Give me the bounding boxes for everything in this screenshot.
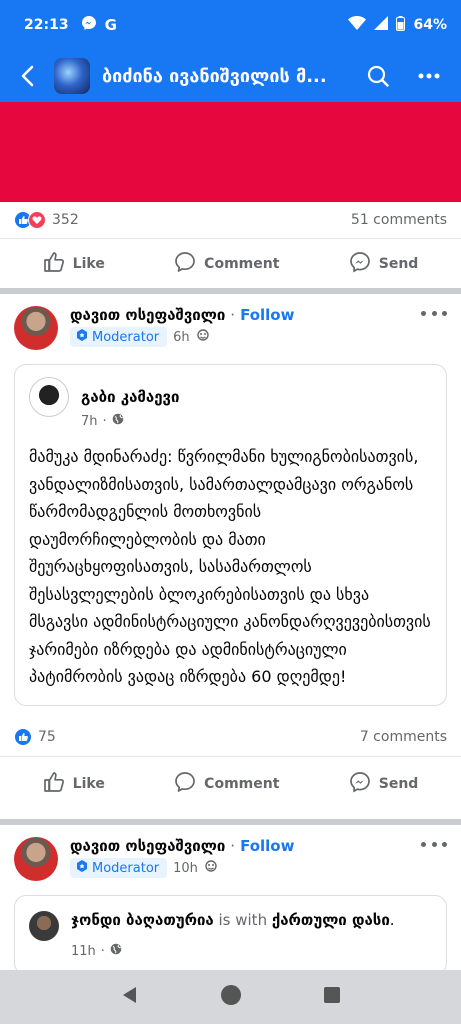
action-bar: Like Comment Send [0, 238, 461, 288]
globe-icon [110, 943, 122, 959]
reaction-count: 75 [38, 728, 56, 745]
shared-author-avatar[interactable] [29, 377, 69, 417]
thumbs-up-icon [43, 771, 65, 797]
like-label: Like [72, 776, 105, 792]
moderator-badge: Moderator [70, 858, 168, 878]
post-footer: 352 51 comments Like Comment Send [0, 202, 461, 288]
follow-button[interactable]: Follow [240, 306, 294, 324]
shared-post-time[interactable]: 11h [71, 944, 96, 959]
group-members-icon [196, 329, 210, 345]
shared-post-time[interactable]: 7h [81, 414, 98, 429]
comment-label: Comment [204, 776, 280, 792]
system-nav-bar [0, 970, 461, 1024]
comment-button[interactable]: Comment [174, 771, 279, 797]
feed-post: დავით ოსეფაშვილი · Follow Moderator 6h გ… [0, 294, 461, 819]
comment-label: Comment [204, 255, 280, 272]
shared-author-name[interactable]: გაბი კამაევი [81, 388, 179, 406]
post-time[interactable]: 6h [173, 330, 190, 345]
more-icon[interactable] [409, 59, 449, 93]
globe-icon [112, 413, 124, 429]
tagged-page-name[interactable]: ქართული დასი [272, 911, 390, 929]
period: . [389, 911, 395, 929]
status-bar: 22:13 G 64% [0, 0, 461, 50]
post-image[interactable] [0, 102, 461, 202]
comment-bubble-icon [174, 771, 196, 797]
post-time[interactable]: 10h [173, 861, 198, 876]
google-icon: G [104, 16, 117, 34]
back-arrow-icon[interactable] [12, 61, 42, 91]
reaction-count: 352 [52, 212, 79, 228]
reaction-summary[interactable]: 352 51 comments [0, 202, 461, 238]
moderator-shield-icon [76, 860, 88, 876]
feed-post: დავით ოსეფაშვილი · Follow Moderator 10h [0, 825, 461, 970]
post-options-icon[interactable] [421, 306, 447, 320]
shared-post[interactable]: ჯონდი ბაღათურია is with ქართული დასი. 11… [14, 895, 447, 970]
like-reaction-icon [14, 727, 32, 746]
separator-dot: · [100, 943, 105, 959]
thumbs-up-icon [43, 251, 65, 277]
wifi-icon [348, 16, 367, 34]
send-button[interactable]: Send [349, 251, 419, 277]
follow-button[interactable]: Follow [240, 837, 294, 855]
page-title[interactable]: ბიძინა ივანიშვილის მ... [102, 66, 332, 87]
post-header: დავით ოსეფაშვილი · Follow Moderator 6h [0, 294, 461, 350]
moderator-label: Moderator [92, 329, 160, 345]
comment-count[interactable]: 51 comments [351, 212, 447, 228]
group-members-icon [204, 860, 218, 876]
author-avatar[interactable] [14, 306, 58, 350]
search-icon[interactable] [361, 59, 395, 93]
nav-home-icon[interactable] [220, 984, 242, 1010]
love-reaction-icon [28, 211, 46, 229]
group-thumbnail[interactable] [54, 58, 90, 94]
author-avatar[interactable] [14, 837, 58, 881]
shared-author-avatar[interactable] [29, 911, 59, 941]
moderator-badge: Moderator [70, 327, 168, 347]
send-button[interactable]: Send [349, 771, 419, 797]
shared-post[interactable]: გაბი კამაევი 7h · მამუკა მდინარაძე: წვრი… [14, 364, 447, 706]
comment-button[interactable]: Comment [174, 251, 279, 277]
separator-dot: · [230, 837, 236, 855]
like-button[interactable]: Like [43, 251, 105, 277]
battery-icon [396, 15, 406, 35]
nav-back-icon[interactable] [120, 985, 140, 1009]
signal-icon [374, 16, 389, 34]
messenger-send-icon [349, 251, 371, 277]
moderator-label: Moderator [92, 860, 160, 876]
moderator-shield-icon [76, 329, 88, 345]
send-label: Send [378, 776, 419, 792]
messenger-icon [81, 15, 97, 35]
messenger-send-icon [349, 771, 371, 797]
reaction-summary[interactable]: 75 7 comments [0, 718, 461, 756]
author-name[interactable]: დავით ოსეფაშვილი [70, 837, 225, 855]
separator-dot: · [230, 306, 236, 324]
like-button[interactable]: Like [43, 771, 105, 797]
app-bar: ბიძინა ივანიშვილის მ... [0, 50, 461, 102]
comment-count[interactable]: 7 comments [360, 729, 447, 745]
post-text: მამუკა მდინარაძე: წვრილმანი ხულიგნობისათ… [29, 447, 431, 686]
status-time: 22:13 [24, 17, 69, 33]
separator-dot: · [102, 413, 107, 429]
battery-percent: 64% [413, 17, 447, 33]
send-label: Send [378, 255, 419, 272]
comment-bubble-icon [174, 251, 196, 277]
post-options-icon[interactable] [421, 837, 447, 851]
nav-recents-icon[interactable] [323, 986, 341, 1008]
shared-author-name[interactable]: ჯონდი ბაღათურია [71, 911, 214, 929]
post-header: დავით ოსეფაშვილი · Follow Moderator 10h [0, 825, 461, 881]
author-name[interactable]: დავით ოსეფაშვილი [70, 306, 225, 324]
like-label: Like [72, 255, 105, 272]
with-text: is with [218, 911, 268, 929]
action-bar: Like Comment Send [0, 755, 461, 812]
